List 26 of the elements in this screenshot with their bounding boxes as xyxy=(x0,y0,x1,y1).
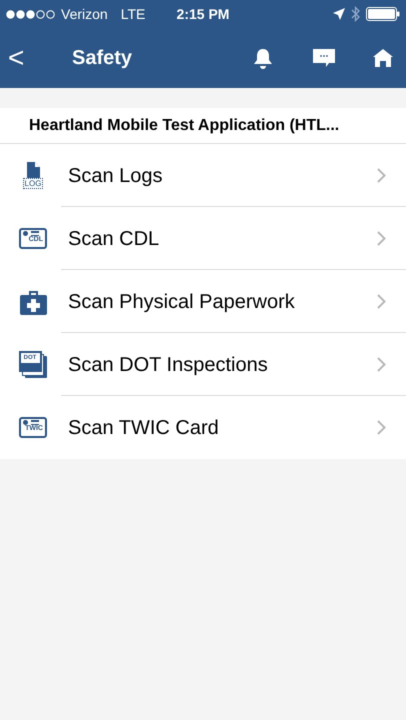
chevron-right-icon xyxy=(377,231,386,246)
menu-item-label: Scan Logs xyxy=(68,164,164,188)
carrier-name: Verizon xyxy=(61,4,108,24)
menu-item-label: Scan TWIC Card xyxy=(68,416,220,440)
notifications-bell-icon[interactable] xyxy=(253,48,273,68)
chevron-right-icon xyxy=(377,420,386,435)
battery-icon xyxy=(366,7,400,21)
menu-item-label: Scan CDL xyxy=(68,226,160,252)
chevron-right-icon xyxy=(377,168,386,183)
chevron-right-icon xyxy=(377,357,386,372)
menu-item[interactable]: LOG Scan Logs xyxy=(0,144,406,207)
location-arrow-icon xyxy=(333,8,346,20)
medical-kit-icon xyxy=(20,288,46,314)
home-icon[interactable] xyxy=(373,49,393,67)
menu-item-label: Scan Physical Paperwork xyxy=(68,290,296,314)
signal-strength-icon xyxy=(6,10,56,18)
section-title: Heartland Mobile Test Application (HTL... xyxy=(29,116,340,136)
page-title: Safety xyxy=(72,46,132,71)
chevron-right-icon xyxy=(377,294,386,309)
bluetooth-icon xyxy=(351,6,360,22)
network-type: LTE xyxy=(120,4,146,24)
back-button[interactable]: < xyxy=(8,44,38,72)
chat-message-icon[interactable] xyxy=(313,48,335,68)
menu-item-label: Scan DOT Inspections xyxy=(68,352,269,378)
menu-item[interactable]: Scan Physical Paperwork xyxy=(0,270,406,333)
clock-time: 2:15 PM xyxy=(176,4,230,24)
